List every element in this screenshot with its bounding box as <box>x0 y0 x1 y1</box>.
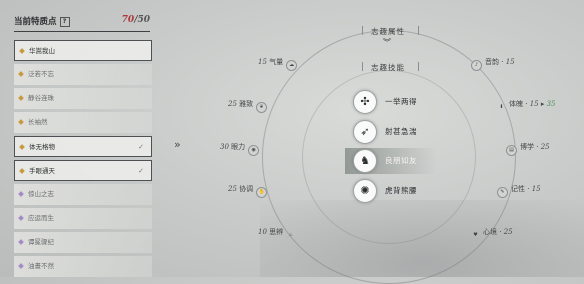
stat-jixing[interactable]: ✎ 记性 · 15 <box>494 184 541 198</box>
skill-name: 射甚急湍 <box>385 127 417 136</box>
companions-icon: ♞ <box>353 149 377 173</box>
trait-item[interactable]: 应运而生 <box>14 208 152 229</box>
trait-label: 静谷连珠 <box>28 94 54 102</box>
arrow-burst-icon: ➶ <box>353 120 377 144</box>
trait-label: 手眼通天 <box>29 167 55 175</box>
trait-label: 泛若不忘 <box>28 70 54 78</box>
diamond-icon <box>18 71 24 77</box>
stat-boxue[interactable]: ▤ 博学 · 25 <box>503 142 550 156</box>
stat-label: 协调 <box>239 185 254 193</box>
trait-item[interactable]: 体无格物 ✓ <box>14 136 152 157</box>
trait-label: 华嵩我山 <box>29 47 55 55</box>
trait-item[interactable]: 手眼通天 ✓ <box>14 160 152 181</box>
stat-qiliang[interactable]: 15 气量 ☁ <box>258 57 300 71</box>
trait-label: 长袖然 <box>28 118 48 126</box>
chevron-down-icon: ︾ <box>383 38 391 47</box>
hands-icon: ✋ <box>256 187 268 198</box>
stat-label: 博学 <box>520 143 534 151</box>
skill-item[interactable]: ✣ 一举两得 <box>345 89 437 115</box>
checkmark-icon: ✓ <box>138 143 144 151</box>
scroll-icon: ✎ <box>497 187 508 198</box>
points-current: 70 <box>121 15 135 25</box>
stat-label: 气量 <box>269 58 284 66</box>
trait-points-counter: 70/50 <box>122 15 150 25</box>
trait-item[interactable]: 惊山之志 <box>14 184 152 205</box>
trait-item[interactable]: 华嵩我山 <box>14 40 152 61</box>
trait-item[interactable]: 谭冕骤纪 <box>14 232 152 253</box>
skill-item[interactable]: ➶ 射甚急湍 <box>345 119 437 145</box>
diamond-icon <box>18 239 24 245</box>
diamond-icon <box>19 144 25 150</box>
stat-label: 思辨 <box>269 228 284 236</box>
diamond-icon <box>18 215 24 221</box>
checkmark-icon: ✓ <box>138 167 144 175</box>
skills-title: 志趣技能 <box>371 63 405 72</box>
stat-yanli[interactable]: 30 眼力 ◉ <box>220 142 262 156</box>
skill-item[interactable]: ♞ 良朋如友 <box>345 148 437 174</box>
stat-xinjing[interactable]: ♥ 心境 · 25 <box>468 227 512 240</box>
trait-item[interactable]: 泛若不忘 <box>14 64 152 85</box>
diamond-icon <box>18 191 24 197</box>
points-max: /50 <box>134 15 150 25</box>
divider-right-2 <box>418 62 419 71</box>
flame-icon: ♨ <box>288 232 293 238</box>
diamond-icon <box>19 48 25 54</box>
body-icon: ⬇ <box>499 104 504 110</box>
diamond-icon <box>18 95 24 101</box>
trait-panel: 当前特质点? 70/50 华嵩我山泛若不忘静谷连珠长袖然体无格物 ✓ 手眼通天 ✓ 惊山… <box>0 0 158 277</box>
stat-label: 雅致 <box>239 100 254 108</box>
stat-shouzhi[interactable]: 25 雅致 ❦ <box>228 99 270 113</box>
trait-label: 应运而生 <box>28 214 54 222</box>
skill-item[interactable]: ✺ 虎背熊腰 <box>345 178 437 204</box>
trait-item[interactable]: 油畫不然 <box>14 256 152 277</box>
skill-name: 一举两得 <box>385 97 417 106</box>
stat-label: 体魄 <box>509 100 523 108</box>
stat-xietiao[interactable]: 25 协调 ✋ <box>228 184 270 198</box>
eye-icon: ◉ <box>248 145 260 156</box>
book-icon: ▤ <box>506 145 517 156</box>
leaf-icon: ❦ <box>256 102 268 113</box>
fog-overlay <box>260 200 584 277</box>
help-icon[interactable]: ? <box>59 17 70 27</box>
heart-icon: ♥ <box>473 232 478 238</box>
stat-label: 眼力 <box>231 143 246 151</box>
skill-name: 良朋如友 <box>385 156 417 165</box>
stat-sibian[interactable]: 10 思辨 ♨ <box>258 227 298 240</box>
diamond-icon <box>18 119 24 125</box>
trait-label: 油畫不然 <box>28 262 54 270</box>
trait-item[interactable]: 长袖然 <box>14 112 152 133</box>
stat-label: 音韵 <box>485 58 499 66</box>
header-divider <box>14 31 150 32</box>
trait-item[interactable]: 静谷连珠 <box>14 88 152 109</box>
stat-yinyun[interactable]: ♪ 音韵 · 15 <box>468 57 515 71</box>
stat-label: 记性 <box>511 185 525 193</box>
divider-left-2 <box>362 62 363 71</box>
attributes-title: 志趣属性 <box>371 27 405 36</box>
expand-arrow-icon[interactable]: » <box>174 138 181 151</box>
skill-name: 虎背熊腰 <box>385 186 417 195</box>
stat-label: 心境 <box>483 228 497 236</box>
music-icon: ♪ <box>471 60 482 71</box>
trait-list: 华嵩我山泛若不忘静谷连珠长袖然体无格物 ✓ 手眼通天 ✓ 惊山之志应运而生谭冕骤纪油畫不… <box>14 40 152 280</box>
divider-right <box>418 26 419 35</box>
cloud-icon: ☁ <box>286 60 298 71</box>
diamond-icon <box>18 263 24 269</box>
double-strike-icon: ✣ <box>353 90 377 114</box>
trait-points-header: 当前特质点? 70/50 <box>14 15 150 31</box>
tiger-icon: ✺ <box>353 179 377 203</box>
diamond-icon <box>19 168 25 174</box>
stat-tipo[interactable]: ⬇ 体魄 · 15 ▸ 35 <box>494 99 556 112</box>
trait-label: 惊山之志 <box>28 190 54 198</box>
stat-new-value: 35 <box>546 100 556 108</box>
divider-left <box>362 26 363 35</box>
trait-points-title: 当前特质点 <box>14 17 57 27</box>
trait-label: 谭冕骤纪 <box>28 238 54 246</box>
trait-label: 体无格物 <box>29 143 55 151</box>
